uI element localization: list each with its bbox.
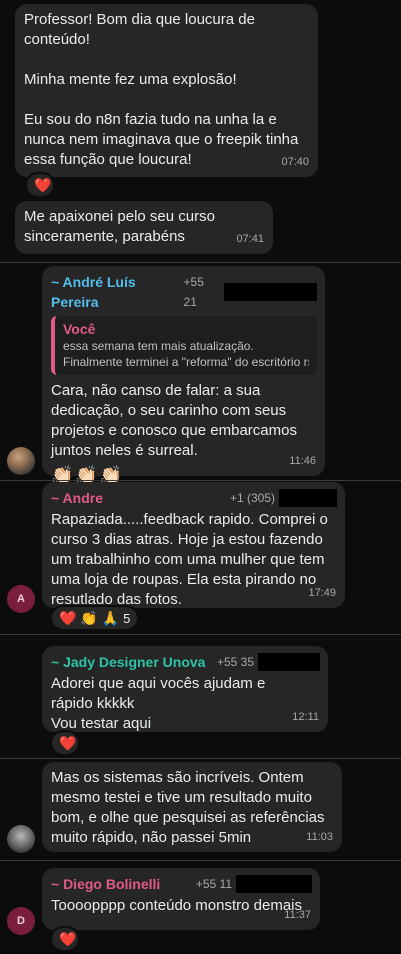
message-reactions[interactable]: ❤️	[25, 172, 55, 198]
message-time: 07:41	[236, 233, 264, 245]
redacted-block	[223, 283, 317, 301]
quote-text: Finalmente terminei a "reforma" do escri…	[63, 355, 309, 369]
message-time: 11:37	[284, 909, 311, 921]
sender-name[interactable]: ~ Jady Designer Unova	[51, 652, 205, 672]
message-time: 17:49	[308, 587, 336, 599]
message-reactions[interactable]: ❤️	[50, 926, 80, 952]
message-text: Adorei que aqui vocês ajudam e rápido kk…	[51, 675, 266, 732]
message-bubble[interactable]: Me apaixonei pelo seu curso sinceramente…	[15, 201, 273, 254]
message-text: Mas os sistemas são incríveis. Ontem mes…	[51, 769, 329, 846]
sender-phone: +55 35	[217, 652, 320, 672]
reaction-emojis: ❤️ 👏 🙏	[59, 609, 120, 626]
heart-reaction-icon: ❤️	[34, 176, 52, 193]
message-bubble[interactable]: ~ Diego Bolinelli +55 11 Toooopppp conte…	[42, 868, 320, 930]
redacted-block	[279, 489, 337, 507]
message-text: Me apaixonei pelo seu curso sinceramente…	[24, 208, 220, 245]
redacted-block	[236, 875, 312, 893]
message-bubble[interactable]: ~ Jady Designer Unova +55 35 Adorei que …	[42, 646, 328, 732]
sender-phone: +1 (305)	[230, 488, 337, 508]
quoted-message[interactable]: Você essa semana tem mais atualização. F…	[51, 316, 317, 375]
sender-phone: +55 11	[196, 874, 312, 894]
message-bubble[interactable]: Mas os sistemas são incríveis. Ontem mes…	[42, 762, 342, 852]
message-bubble[interactable]: ~ Andre +1 (305) Rapaziada.....feedback …	[42, 482, 345, 608]
sender-name[interactable]: ~ Andre	[51, 488, 103, 508]
message-reactions[interactable]: ❤️	[50, 730, 80, 756]
message-text: Cara, não canso de falar: a sua dedicaçã…	[51, 382, 302, 459]
message-time: 11:03	[306, 831, 333, 843]
divider	[0, 480, 401, 481]
quote-author: Você	[63, 321, 96, 337]
avatar[interactable]	[7, 825, 35, 853]
sender-name[interactable]: ~ André Luís Pereira	[51, 272, 184, 312]
divider	[0, 262, 401, 263]
message-bubble[interactable]: ~ André Luís Pereira +55 21 Você essa se…	[42, 266, 325, 485]
divider	[0, 860, 401, 861]
message-bubble[interactable]: Professor! Bom dia que loucura de conteú…	[15, 4, 318, 177]
avatar[interactable]: A	[7, 585, 35, 613]
sender-row: ~ Jady Designer Unova +55 35	[51, 652, 320, 672]
avatar[interactable]	[7, 447, 35, 475]
heart-reaction-icon: ❤️	[59, 734, 77, 751]
message-time: 11:46	[289, 455, 316, 467]
divider	[0, 758, 401, 759]
sender-row: ~ André Luís Pereira +55 21	[51, 272, 317, 312]
heart-reaction-icon: ❤️	[59, 930, 77, 947]
quote-text: essa semana tem mais atualização.	[63, 339, 254, 353]
message-text: Rapaziada.....feedback rapido. Comprei o…	[51, 511, 332, 608]
sender-phone: +55 21	[184, 272, 317, 312]
message-text: Professor! Bom dia que loucura de conteú…	[24, 11, 299, 168]
redacted-block	[258, 653, 320, 671]
message-time: 07:40	[281, 156, 309, 168]
reaction-count: 5	[123, 610, 131, 626]
message-reactions[interactable]: ❤️ 👏 🙏 5	[50, 605, 140, 631]
sender-name[interactable]: ~ Diego Bolinelli	[51, 874, 160, 894]
message-text: Toooopppp conteúdo monstro demais	[51, 897, 303, 914]
avatar[interactable]: D	[7, 907, 35, 935]
sender-row: ~ Andre +1 (305)	[51, 488, 337, 508]
divider	[0, 634, 401, 635]
message-time: 12:11	[292, 711, 319, 723]
sender-row: ~ Diego Bolinelli +55 11	[51, 874, 312, 894]
